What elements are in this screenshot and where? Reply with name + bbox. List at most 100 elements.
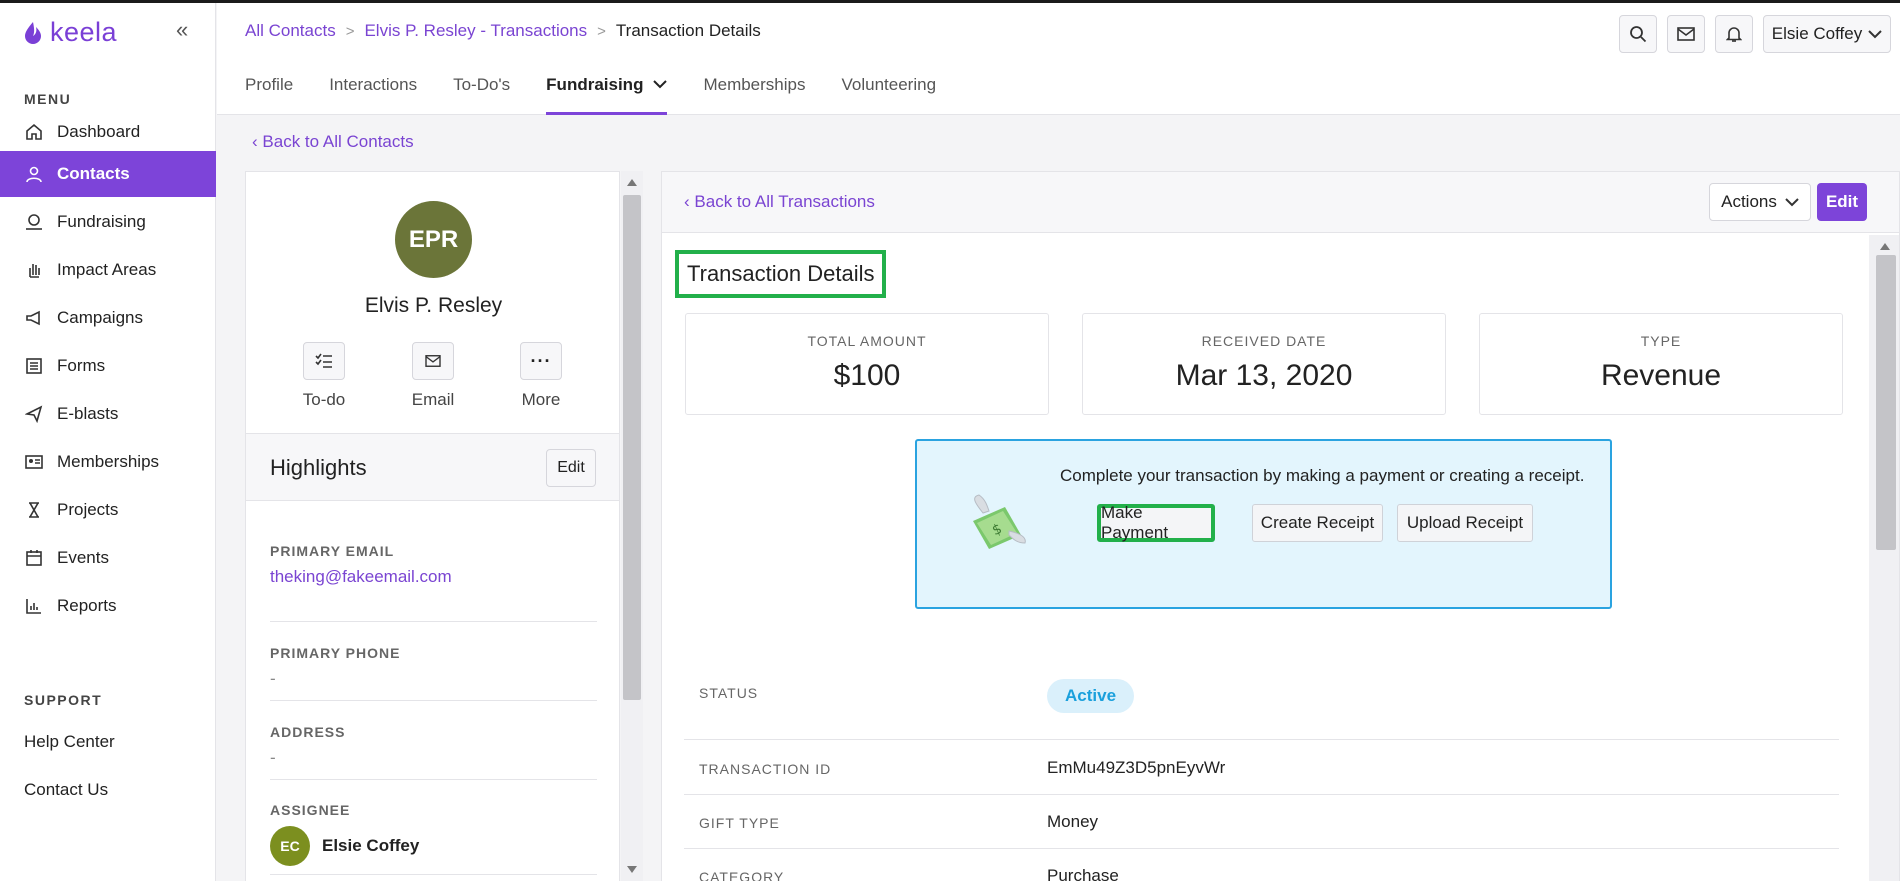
field-label: ADDRESS — [270, 724, 346, 740]
menu-label: MENU — [24, 91, 72, 107]
back-to-transactions-link[interactable]: ‹ Back to All Transactions — [684, 192, 875, 212]
email-action[interactable]: Email — [393, 342, 473, 410]
scrollbar-thumb[interactable] — [623, 195, 641, 700]
mail-icon — [1677, 27, 1695, 41]
make-payment-button[interactable]: Make Payment — [1097, 503, 1215, 542]
more-dots-icon: ··· — [530, 351, 552, 371]
sidebar-item-label: E-blasts — [57, 404, 119, 423]
received-date-card: RECEIVED DATE Mar 13, 2020 — [1082, 313, 1446, 415]
scroll-up-icon[interactable] — [1880, 243, 1890, 250]
list-icon — [24, 356, 44, 376]
notifications-button[interactable] — [1715, 15, 1753, 53]
sidebar-item-label: Reports — [57, 596, 117, 615]
collapse-sidebar-icon[interactable]: « — [176, 17, 188, 43]
scroll-up-icon[interactable] — [627, 179, 637, 186]
assignee-avatar: EC — [270, 826, 310, 866]
detail-row-category: CATEGORY Purchase — [684, 849, 1839, 881]
stat-label: TOTAL AMOUNT — [807, 333, 927, 349]
primary-email-link[interactable]: theking@fakeemail.com — [270, 567, 597, 587]
tab-memberships[interactable]: Memberships — [703, 75, 805, 115]
highlights-header: Highlights Edit — [246, 433, 619, 501]
sidebar-item-dashboard[interactable]: Dashboard — [0, 109, 216, 155]
tab-todos[interactable]: To-Do's — [453, 75, 510, 115]
contact-tabs: Profile Interactions To-Do's Fundraising… — [245, 75, 972, 115]
checklist-icon — [315, 353, 332, 368]
detail-label: CATEGORY — [699, 869, 785, 881]
transaction-card-scrollbar[interactable] — [1869, 235, 1899, 881]
scrollbar-thumb[interactable] — [1876, 255, 1896, 550]
sidebar-item-fundraising[interactable]: Fundraising — [0, 199, 216, 245]
tab-profile[interactable]: Profile — [245, 75, 293, 115]
sidebar-item-forms[interactable]: Forms — [0, 343, 216, 389]
stat-label: TYPE — [1640, 333, 1682, 349]
scroll-down-icon[interactable] — [627, 866, 637, 873]
detail-label: STATUS — [699, 685, 759, 701]
back-to-transactions-label: Back to All Transactions — [694, 192, 875, 211]
contact-card-scrollbar[interactable] — [621, 171, 643, 881]
highlights-title: Highlights — [270, 455, 367, 480]
detail-value: Money — [1047, 812, 1099, 831]
upload-receipt-button[interactable]: Upload Receipt — [1397, 504, 1533, 542]
mail-icon — [425, 355, 441, 367]
back-to-contacts-link[interactable]: ‹ Back to All Contacts — [252, 132, 414, 152]
primary-phone-field: PRIMARY PHONE - — [270, 622, 597, 701]
sidebar-item-contacts[interactable]: Contacts — [0, 151, 216, 197]
detail-value: Purchase — [1047, 866, 1119, 881]
user-menu-button[interactable]: Elsie Coffey — [1763, 15, 1891, 53]
edit-transaction-button[interactable]: Edit — [1817, 183, 1867, 221]
sidebar-item-reports[interactable]: Reports — [0, 583, 216, 629]
sidebar-item-campaigns[interactable]: Campaigns — [0, 295, 216, 341]
breadcrumb-transactions[interactable]: Elvis P. Resley - Transactions — [364, 21, 587, 41]
highlights-edit-button[interactable]: Edit — [546, 449, 596, 487]
chevron-left-icon: ‹ — [684, 192, 690, 211]
sidebar-item-memberships[interactable]: Memberships — [0, 439, 216, 485]
sidebar-item-label: Projects — [57, 500, 119, 519]
detail-label: GIFT TYPE — [699, 815, 780, 831]
actions-label: Actions — [1721, 192, 1777, 211]
back-to-contacts-label: Back to All Contacts — [262, 132, 414, 151]
megaphone-icon — [24, 308, 44, 328]
sidebar-item-label: Events — [57, 548, 109, 567]
user-icon — [24, 164, 44, 184]
sidebar-item-label: Dashboard — [57, 122, 141, 141]
keela-logo-icon — [25, 21, 41, 44]
help-center-link[interactable]: Help Center — [24, 732, 115, 752]
stat-value: Mar 13, 2020 — [1175, 359, 1353, 392]
contact-us-link[interactable]: Contact Us — [24, 780, 108, 800]
todo-action[interactable]: To-do — [284, 342, 364, 410]
field-label: PRIMARY PHONE — [270, 645, 401, 661]
sidebar-item-e-blasts[interactable]: E-blasts — [0, 391, 216, 437]
assignee-field: ASSIGNEE EC Elsie Coffey — [270, 780, 597, 875]
field-value: - — [270, 748, 276, 767]
status-badge: Active — [1047, 679, 1135, 713]
logo[interactable]: keela — [22, 17, 117, 48]
tab-label: Fundraising — [546, 75, 644, 94]
page-title: Transaction Details — [675, 250, 887, 298]
email-action-label: Email — [411, 390, 455, 409]
logo-text: keela — [50, 17, 118, 47]
field-value: - — [270, 669, 276, 688]
type-card: TYPE Revenue — [1479, 313, 1843, 415]
header: All Contacts > Elvis P. Resley - Transac… — [217, 3, 1900, 115]
sidebar-item-impact-areas[interactable]: Impact Areas — [0, 247, 216, 293]
sidebar-item-events[interactable]: Events — [0, 535, 216, 581]
detail-value: EmMu49Z3D5pnEyvWr — [1047, 758, 1226, 777]
tab-interactions[interactable]: Interactions — [329, 75, 417, 115]
detail-row-status: STATUS Active — [684, 675, 1839, 740]
stat-value: $100 — [833, 359, 901, 392]
more-action[interactable]: ··· More — [501, 342, 581, 410]
breadcrumb-all-contacts[interactable]: All Contacts — [245, 21, 336, 41]
breadcrumb-current: Transaction Details — [615, 21, 761, 40]
sidebar-item-projects[interactable]: Projects — [0, 487, 216, 533]
messages-button[interactable] — [1667, 15, 1705, 53]
actions-dropdown[interactable]: Actions — [1709, 183, 1811, 221]
home-icon — [24, 122, 44, 142]
create-receipt-button[interactable]: Create Receipt — [1252, 504, 1383, 542]
search-button[interactable] — [1619, 15, 1657, 53]
tab-volunteering[interactable]: Volunteering — [842, 75, 937, 115]
detail-row-gift-type: GIFT TYPE Money — [684, 795, 1839, 849]
sidebar-item-label: Campaigns — [57, 308, 143, 327]
contact-name: Elvis P. Resley — [364, 294, 503, 317]
total-amount-card: TOTAL AMOUNT $100 — [685, 313, 1049, 415]
tab-fundraising[interactable]: Fundraising — [546, 75, 668, 115]
